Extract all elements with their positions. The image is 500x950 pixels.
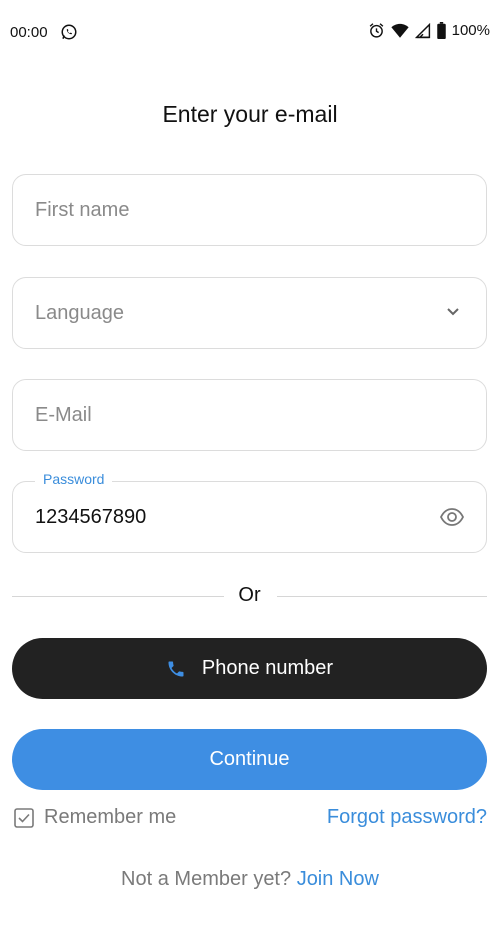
checkbox-checked-icon[interactable] — [14, 807, 34, 828]
page-title: Enter your e-mail — [162, 101, 338, 127]
forgot-password-link[interactable]: Forgot password? — [327, 806, 487, 829]
whatsapp-icon — [61, 24, 77, 40]
remember-me-label: Remember me — [44, 806, 177, 828]
email-placeholder: E-Mail — [35, 404, 92, 426]
phone-number-label: Phone number — [201, 657, 334, 679]
signup-prefix: Not a Member yet? — [121, 868, 292, 890]
or-divider: Or — [12, 584, 487, 610]
language-placeholder: Language — [35, 302, 124, 324]
phone-number-button[interactable]: Phone number — [12, 638, 487, 699]
remember-me[interactable]: Remember me — [14, 806, 176, 829]
email-field[interactable]: E-Mail — [12, 379, 487, 451]
status-time: 00:00 — [10, 24, 48, 41]
wifi-icon — [391, 23, 409, 38]
battery-icon — [436, 22, 446, 39]
continue-button[interactable]: Continue — [12, 729, 487, 790]
password-label: Password — [35, 471, 113, 487]
alarm-icon — [369, 23, 383, 38]
status-icons: 100% — [368, 22, 490, 39]
status-bar: 00:00 100% — [0, 0, 500, 64]
password-field[interactable]: Password 1234567890 — [12, 471, 487, 553]
signup-prompt: Not a Member yet? Join Now — [0, 868, 500, 891]
divider-line-right — [277, 596, 487, 597]
first-name-placeholder: First name — [35, 199, 130, 221]
join-now-link[interactable]: Join Now — [297, 868, 379, 890]
battery-percent: 100% — [451, 22, 490, 39]
phone-icon — [166, 659, 186, 679]
password-value: 1234567890 — [35, 506, 147, 528]
language-select[interactable]: Language — [12, 277, 487, 349]
first-name-field[interactable]: First name — [12, 174, 487, 246]
continue-label: Continue — [209, 748, 290, 770]
eye-icon[interactable] — [440, 507, 464, 527]
chevron-down-icon[interactable] — [446, 307, 460, 317]
signal-icon — [414, 22, 430, 38]
